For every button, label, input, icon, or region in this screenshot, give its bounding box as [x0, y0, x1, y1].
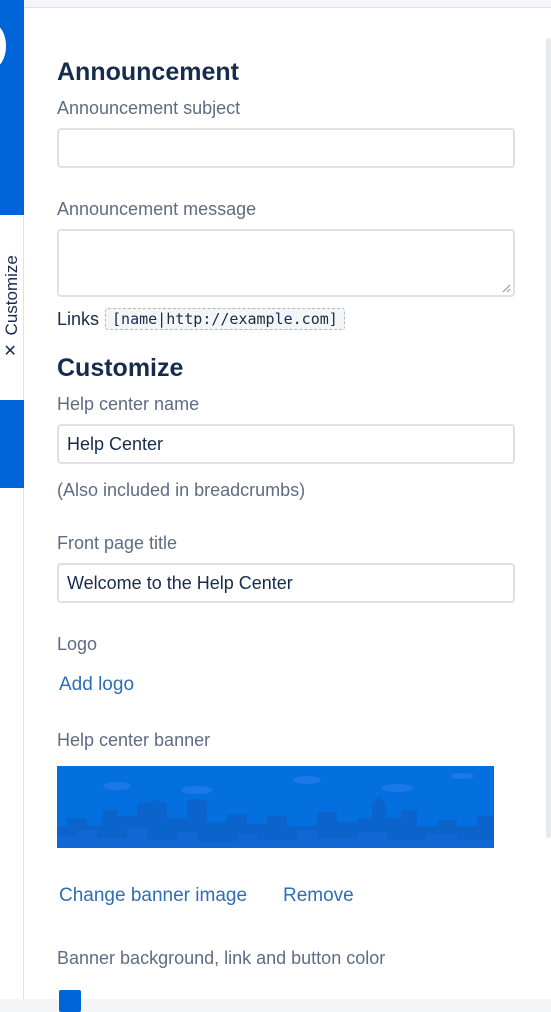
- help-center-name-hint: (Also included in breadcrumbs): [57, 480, 306, 500]
- city-skyline-image: [57, 773, 494, 848]
- help-center-name-label: Help center name: [57, 394, 200, 414]
- banner-color-label: Banner background, link and button color: [57, 948, 386, 968]
- sidebar-bottom-block: [0, 400, 24, 488]
- remove-banner-link[interactable]: Remove: [283, 885, 354, 907]
- change-banner-image-link[interactable]: Change banner image: [59, 885, 247, 907]
- announcement-heading: Announcement: [57, 58, 239, 86]
- links-label: Links: [57, 308, 100, 329]
- customize-tab-label: Customize: [2, 255, 21, 336]
- sidebar-avatar-icon[interactable]: [0, 24, 6, 68]
- add-logo-link[interactable]: Add logo: [59, 674, 134, 696]
- banner-color-swatch[interactable]: [59, 990, 81, 1012]
- front-page-title-input[interactable]: Welcome to the Help Center: [57, 563, 515, 603]
- announcement-message-label: Announcement message: [57, 199, 257, 219]
- logo-label: Logo: [57, 634, 98, 654]
- customize-tab[interactable]: ✕ Customize: [0, 232, 24, 380]
- customize-heading: Customize: [57, 354, 184, 382]
- links-hint: Links [name|http://example.com]: [57, 308, 345, 330]
- panel-scrollbar[interactable]: [546, 38, 551, 838]
- announcement-subject-input[interactable]: [57, 128, 515, 168]
- help-center-name-input[interactable]: Help Center: [57, 424, 515, 464]
- announcement-message-textarea[interactable]: [57, 229, 515, 297]
- sidebar-top-block: [0, 0, 24, 215]
- left-sidebar: ✕ Customize: [0, 0, 24, 999]
- resize-grip-icon[interactable]: [501, 283, 511, 293]
- announcement-subject-label: Announcement subject: [57, 98, 241, 118]
- help-center-banner-label: Help center banner: [57, 730, 211, 750]
- links-example-code: [name|http://example.com]: [105, 308, 345, 330]
- settings-panel: Announcement Announcement subject Announ…: [24, 7, 551, 1012]
- help-center-banner-image: [57, 766, 494, 848]
- settings-content: Announcement Announcement subject Announ…: [57, 8, 515, 1012]
- front-page-title-label: Front page title: [57, 533, 178, 553]
- close-icon[interactable]: ✕: [3, 343, 20, 356]
